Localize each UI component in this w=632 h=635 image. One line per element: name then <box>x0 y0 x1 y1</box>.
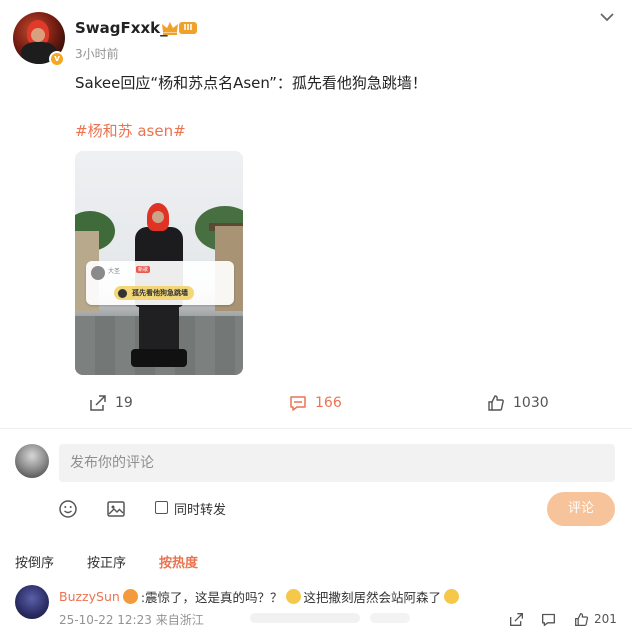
submit-comment-button[interactable]: 评论 <box>547 492 615 526</box>
chevron-down-icon[interactable] <box>598 11 616 23</box>
like-icon <box>488 395 504 411</box>
comment-text-1: :震惊了，这是真的吗？？ <box>140 590 283 605</box>
fan-badge-icon <box>122 589 138 604</box>
current-user-avatar <box>15 444 49 478</box>
image-icon[interactable] <box>106 499 126 519</box>
comment-text-2: 这把撒刻居然会站阿森了 <box>303 590 442 605</box>
share-icon <box>510 612 523 626</box>
share-button[interactable]: 19 <box>89 392 133 414</box>
comment-reply-button[interactable] <box>541 610 556 628</box>
repost-label[interactable]: 同时转发 <box>174 499 226 518</box>
comment-button[interactable]: 166 <box>289 392 342 414</box>
faded-placeholder <box>250 613 360 623</box>
comment-avatar[interactable] <box>15 585 49 619</box>
shocked-emoji-icon <box>285 589 301 604</box>
post-text: Sakee回应“杨和苏点名Asen”：孤先看他狗急跳墙！ <box>75 74 427 92</box>
overlay-icon <box>118 289 127 298</box>
comment-icon <box>290 396 306 411</box>
comment-icon <box>542 613 555 626</box>
like-icon <box>575 612 589 626</box>
overlay-tag: 新歌 <box>136 266 151 273</box>
like-count: 1030 <box>513 395 549 411</box>
comment-date: 25-10-22 12:23 <box>59 613 152 627</box>
divider <box>0 428 632 429</box>
share-count: 19 <box>115 395 133 411</box>
author-name[interactable]: SwagFxxk_ <box>75 19 168 37</box>
image-overlay-card: 大圣 新歌 孤先看他狗急跳墙 <box>86 261 234 305</box>
overlay-name: 大圣 <box>108 268 121 275</box>
comment-count: 166 <box>315 395 342 411</box>
tab-sort-asc[interactable]: 按正序 <box>87 552 126 571</box>
verified-badge: v <box>49 51 65 67</box>
comment-meta: 25-10-22 12:23 来自浙江 <box>59 611 204 628</box>
tab-sort-desc[interactable]: 按倒序 <box>15 552 54 571</box>
post-time[interactable]: 3小时前 <box>75 45 119 62</box>
post-image[interactable]: 大圣 新歌 孤先看他狗急跳墙 <box>75 151 243 375</box>
tab-sort-hot[interactable]: 按热度 <box>159 552 198 571</box>
comment-input[interactable] <box>59 444 615 482</box>
comment-location: 来自浙江 <box>155 613 204 627</box>
comment-share-button[interactable] <box>509 610 524 628</box>
comment-like-count: 201 <box>594 612 617 626</box>
comment-body: BuzzySun :震惊了，这是真的吗？？ 这把撒刻居然会站阿森了 <box>59 587 462 606</box>
crown-icon <box>162 22 178 35</box>
share-icon <box>90 395 106 411</box>
repost-checkbox[interactable] <box>155 501 168 514</box>
comment-like-button[interactable]: 201 <box>574 610 617 628</box>
comment-username[interactable]: BuzzySun <box>59 589 120 604</box>
emoji-icon[interactable] <box>58 499 78 519</box>
overlay-avatar <box>91 266 105 280</box>
level-badge: III <box>179 22 197 34</box>
like-button[interactable]: 1030 <box>487 392 549 414</box>
smile-emoji-icon <box>444 589 460 604</box>
faded-placeholder <box>370 613 410 623</box>
post-hashtag[interactable]: #杨和苏 asen# <box>75 120 186 141</box>
